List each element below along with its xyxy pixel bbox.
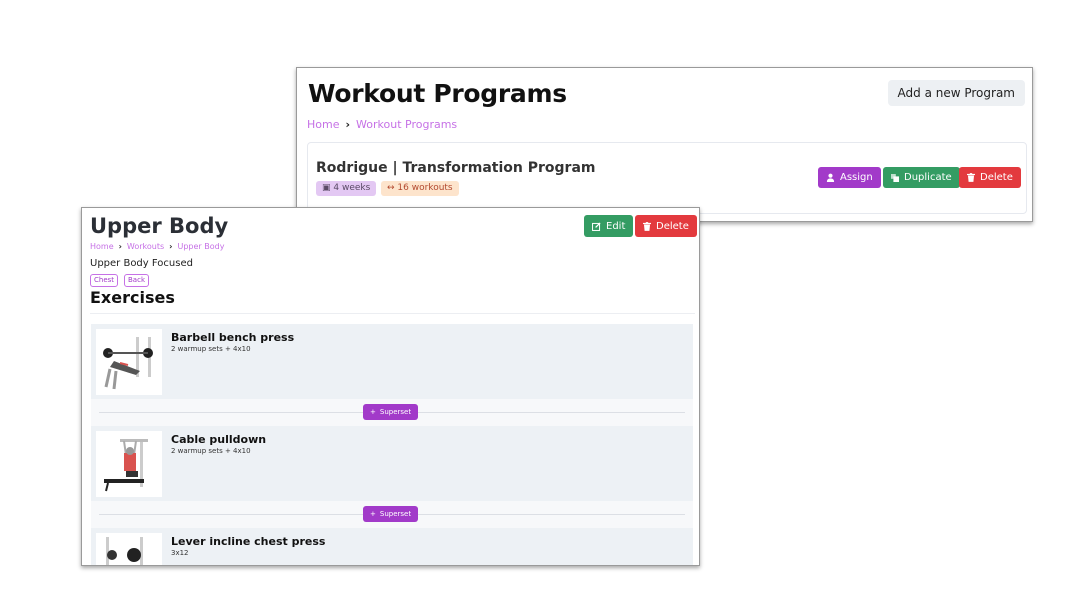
exercise-item[interactable]: Barbell bench press 2 warmup sets + 4x10 xyxy=(91,324,693,399)
breadcrumb-workout-programs[interactable]: Workout Programs xyxy=(356,118,457,131)
workout-title: Upper Body xyxy=(90,214,229,238)
superset-button[interactable]: + Superset xyxy=(363,506,419,522)
superset-row: + Superset xyxy=(91,501,693,528)
plus-icon: + xyxy=(370,510,376,518)
delete-program-button[interactable]: Delete xyxy=(959,167,1021,188)
page-title: Workout Programs xyxy=(308,79,567,108)
user-icon xyxy=(826,173,835,182)
chevron-right-icon: › xyxy=(169,242,173,251)
breadcrumb-home[interactable]: Home xyxy=(307,118,339,131)
calendar-icon: ▣ xyxy=(322,183,331,193)
duplicate-button[interactable]: Duplicate xyxy=(883,167,960,188)
divider xyxy=(90,313,695,314)
breadcrumb-upper-body[interactable]: Upper Body xyxy=(177,242,224,251)
chevron-right-icon: › xyxy=(345,118,351,131)
exercise-image xyxy=(96,329,162,395)
exercise-image xyxy=(96,431,162,497)
exercise-image xyxy=(96,533,162,565)
copy-icon xyxy=(891,173,899,182)
exercise-sets: 2 warmup sets + 4x10 xyxy=(171,447,251,455)
breadcrumb: Home › Workout Programs xyxy=(307,118,457,131)
program-name: Rodrigue | Transformation Program xyxy=(316,160,596,176)
program-card[interactable]: Rodrigue | Transformation Program ▣ 4 we… xyxy=(307,142,1027,214)
superset-row: + Superset xyxy=(91,399,693,426)
workouts-badge: ↔ 16 workouts xyxy=(381,181,459,196)
trash-icon xyxy=(967,173,975,182)
exercise-item[interactable]: Lever incline chest press 3x12 xyxy=(91,528,693,565)
exercise-sets: 2 warmup sets + 4x10 xyxy=(171,345,251,353)
edit-button[interactable]: Edit xyxy=(584,215,634,237)
breadcrumb-home[interactable]: Home xyxy=(90,242,114,251)
exercises-heading: Exercises xyxy=(90,288,175,307)
exercise-name: Cable pulldown xyxy=(171,433,267,446)
exercise-name: Lever incline chest press xyxy=(171,535,326,548)
superset-button[interactable]: + Superset xyxy=(363,404,419,420)
weeks-badge: ▣ 4 weeks xyxy=(316,181,377,196)
workout-description: Upper Body Focused xyxy=(90,258,193,269)
tag-back: Back xyxy=(124,274,149,287)
edit-icon xyxy=(592,221,601,231)
exercise-name: Barbell bench press xyxy=(171,331,295,344)
exercise-sets: 3x12 xyxy=(171,549,189,557)
exercise-item[interactable]: Cable pulldown 2 warmup sets + 4x10 xyxy=(91,426,693,501)
workout-programs-window: Workout Programs Add a new Program Home … xyxy=(296,67,1033,222)
trash-icon xyxy=(643,221,651,231)
add-program-button[interactable]: Add a new Program xyxy=(887,80,1025,106)
plus-icon: + xyxy=(370,408,376,416)
delete-workout-button[interactable]: Delete xyxy=(635,215,697,237)
breadcrumb-workouts[interactable]: Workouts xyxy=(127,242,164,251)
assign-button[interactable]: Assign xyxy=(818,167,881,188)
tag-chest: Chest xyxy=(90,274,119,287)
dumbbell-icon: ↔ xyxy=(387,183,395,193)
workout-detail-window: Upper Body Edit Delete Home › Workouts ›… xyxy=(81,207,700,566)
breadcrumb: Home › Workouts › Upper Body xyxy=(90,242,224,251)
chevron-right-icon: › xyxy=(118,242,122,251)
